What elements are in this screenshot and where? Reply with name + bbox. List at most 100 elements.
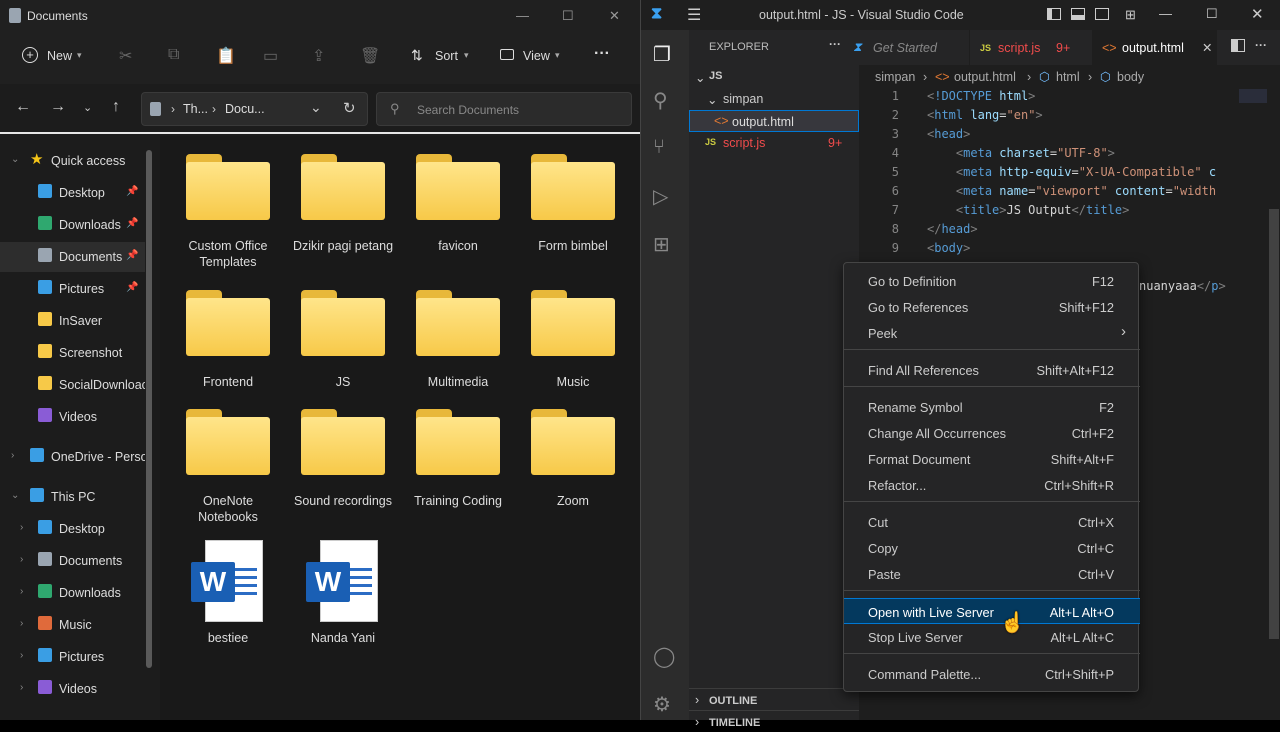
- paste-icon[interactable]: 📋: [216, 46, 236, 66]
- minimap[interactable]: [1239, 89, 1267, 103]
- menu-item[interactable]: Format Document Shift+Alt+F: [844, 446, 1140, 472]
- menu-item[interactable]: Paste Ctrl+V: [844, 561, 1140, 587]
- folder-item[interactable]: Dzikir pagi petang: [288, 154, 398, 254]
- address-bar[interactable]: › Th... › Docu... ⌄ ↻: [141, 92, 368, 126]
- nav-item[interactable]: Documents 📌: [0, 242, 145, 272]
- sort-button[interactable]: Sort: [435, 49, 458, 63]
- search-icon[interactable]: ⚲: [653, 88, 668, 113]
- breadcrumb-item[interactable]: html: [1056, 70, 1080, 84]
- source-control-icon[interactable]: ⑂: [653, 136, 665, 159]
- settings-gear-icon[interactable]: ⚙: [653, 692, 671, 717]
- more-options-button[interactable]: ···: [594, 45, 610, 63]
- menu-item[interactable]: Command Palette... Ctrl+Shift+P: [844, 661, 1140, 687]
- menu-item[interactable]: Cut Ctrl+X: [844, 509, 1140, 535]
- editor-scrollbar[interactable]: [1269, 209, 1279, 639]
- nav-item[interactable]: Screenshot: [0, 338, 145, 368]
- nav-item[interactable]: Desktop 📌: [0, 178, 145, 208]
- menu-item[interactable]: Peek ›: [844, 320, 1140, 346]
- nav-item[interactable]: › Downloads: [0, 578, 145, 608]
- nav-item[interactable]: SocialDownloac: [0, 370, 145, 400]
- share-icon[interactable]: ⇪: [312, 46, 325, 66]
- copy-icon[interactable]: ⧉: [168, 46, 179, 64]
- file-item[interactable]: W Nanda Yani: [288, 540, 398, 646]
- nav-item[interactable]: InSaver: [0, 306, 145, 336]
- nav-item[interactable]: Downloads 📌: [0, 210, 145, 240]
- tree-folder-simpan[interactable]: ⌄ simpan: [689, 88, 859, 110]
- chevron-right-icon[interactable]: ›: [11, 450, 14, 461]
- nav-item[interactable]: › Music: [0, 610, 145, 640]
- chevron-right-icon[interactable]: ›: [20, 682, 23, 693]
- menu-item[interactable]: Find All References Shift+Alt+F12: [844, 357, 1140, 383]
- folder-item[interactable]: favicon: [403, 154, 513, 254]
- new-plus-icon[interactable]: +: [22, 47, 38, 63]
- nav-item[interactable]: › Desktop: [0, 514, 145, 544]
- nav-item[interactable]: Videos: [0, 402, 145, 432]
- nav-item[interactable]: Pictures 📌: [0, 274, 145, 304]
- close-button[interactable]: ✕: [609, 8, 620, 24]
- nav-item[interactable]: › Videos: [0, 674, 145, 704]
- address-part-documents[interactable]: Docu...: [225, 102, 265, 116]
- menu-item[interactable]: Go to References Shift+F12: [844, 294, 1140, 320]
- chevron-right-icon[interactable]: ›: [20, 618, 23, 629]
- menu-item[interactable]: Refactor... Ctrl+Shift+R: [844, 472, 1140, 498]
- explorer-files-icon[interactable]: ❐: [653, 42, 671, 67]
- breadcrumb-item[interactable]: simpan: [875, 70, 915, 84]
- account-icon[interactable]: ◯: [653, 644, 675, 669]
- more-actions-icon[interactable]: ···: [829, 37, 841, 51]
- back-arrow-icon[interactable]: ←: [15, 98, 31, 116]
- chevron-right-icon[interactable]: ›: [20, 650, 23, 661]
- breadcrumb-item[interactable]: output.html: [954, 70, 1016, 84]
- menu-item[interactable]: Change All Occurrences Ctrl+F2: [844, 420, 1140, 446]
- breadcrumb-item[interactable]: body: [1117, 70, 1144, 84]
- tab-output-html[interactable]: <> output.html ✕: [1091, 30, 1217, 65]
- refresh-icon[interactable]: ↻: [343, 99, 356, 117]
- folder-item[interactable]: Training Coding: [403, 409, 513, 509]
- toggle-panel-icon[interactable]: [1071, 8, 1085, 20]
- chevron-right-icon[interactable]: ›: [20, 586, 23, 597]
- menu-hamburger-icon[interactable]: ☰: [687, 5, 701, 25]
- up-arrow-icon[interactable]: ↑: [112, 98, 120, 116]
- nav-item[interactable]: ⌄ This PC: [0, 482, 145, 512]
- tree-file-output-html[interactable]: <> output.html: [689, 110, 859, 132]
- close-button[interactable]: ✕: [1251, 5, 1264, 23]
- nav-item[interactable]: › Documents: [0, 546, 145, 576]
- address-part-this-pc[interactable]: Th...: [183, 102, 208, 116]
- chevron-right-icon[interactable]: ›: [20, 554, 23, 565]
- more-actions-icon[interactable]: ···: [1255, 38, 1267, 52]
- new-button[interactable]: New: [47, 49, 72, 63]
- tree-file-script-js[interactable]: JS script.js 9+: [689, 132, 859, 154]
- tab-get-started[interactable]: ⧗ Get Started: [853, 30, 967, 65]
- layout-icon[interactable]: ⊞: [1125, 7, 1136, 23]
- nav-item[interactable]: › Pictures: [0, 642, 145, 672]
- search-box[interactable]: ⚲ Search Documents: [376, 92, 632, 126]
- nav-item[interactable]: › OneDrive - Perso: [0, 442, 145, 472]
- tab-script-js[interactable]: JS script.js 9+: [969, 30, 1089, 65]
- folder-item[interactable]: OneNote Notebooks: [173, 409, 283, 525]
- forward-arrow-icon[interactable]: →: [50, 98, 66, 116]
- chevron-right-icon[interactable]: ›: [20, 522, 23, 533]
- folder-item[interactable]: Frontend: [173, 290, 283, 390]
- menu-item[interactable]: Stop Live Server Alt+L Alt+C: [844, 624, 1140, 650]
- cut-icon[interactable]: ✂: [119, 46, 132, 66]
- folder-item[interactable]: Custom Office Templates: [173, 154, 283, 270]
- delete-icon[interactable]: 🗑: [360, 46, 380, 66]
- folder-item[interactable]: Multimedia: [403, 290, 513, 390]
- folder-item[interactable]: Zoom: [518, 409, 628, 509]
- maximize-button[interactable]: ☐: [562, 8, 574, 24]
- folder-item[interactable]: Sound recordings: [288, 409, 398, 509]
- nav-item[interactable]: ⌄ ★ Quick access: [0, 146, 145, 176]
- minimize-button[interactable]: —: [1159, 6, 1172, 21]
- tree-root-js[interactable]: ⌄ JS: [689, 66, 859, 88]
- folder-item[interactable]: Form bimbel: [518, 154, 628, 254]
- close-tab-icon[interactable]: ✕: [1202, 40, 1212, 55]
- toggle-sidebar-icon[interactable]: [1047, 8, 1061, 20]
- menu-item[interactable]: Go to Definition F12: [844, 268, 1140, 294]
- recent-chevron-icon[interactable]: ⌄: [83, 101, 92, 114]
- run-debug-icon[interactable]: ▷: [653, 184, 668, 209]
- maximize-button[interactable]: ☐: [1206, 6, 1218, 22]
- folder-item[interactable]: Music: [518, 290, 628, 390]
- folder-item[interactable]: JS: [288, 290, 398, 390]
- navigation-scrollbar[interactable]: [146, 150, 152, 668]
- menu-item[interactable]: Open with Live Server Alt+L Alt+O: [844, 598, 1140, 624]
- outline-section[interactable]: › OUTLINE: [689, 688, 859, 710]
